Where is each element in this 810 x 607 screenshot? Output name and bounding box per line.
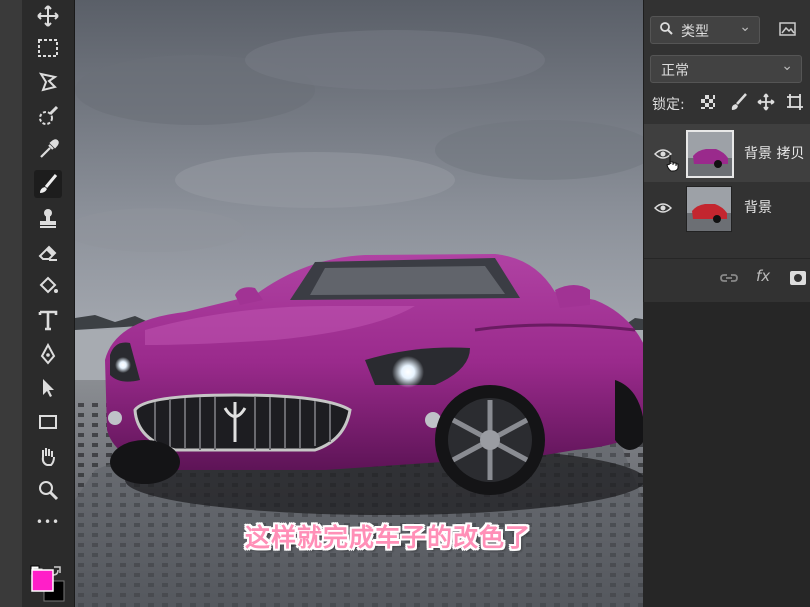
marquee-tool-icon[interactable] <box>34 34 62 62</box>
paint-bucket-tool-icon[interactable] <box>34 272 62 300</box>
foreground-color-swatch[interactable] <box>31 569 54 592</box>
lock-position-icon[interactable] <box>757 93 775 111</box>
lock-transparent-pixels-icon[interactable] <box>700 94 716 110</box>
blend-mode-select[interactable]: 正常 ⌄ <box>650 55 802 83</box>
brush-tool-icon[interactable] <box>34 170 62 198</box>
rectangle-tool-icon[interactable] <box>34 408 62 436</box>
layer-row-background-copy[interactable]: 背景 拷贝 <box>644 124 810 182</box>
path-select-tool-icon[interactable] <box>34 374 62 402</box>
fx-icon[interactable]: fx <box>756 267 770 285</box>
subtitle-caption: 这样就完成车子的改色了 <box>245 523 532 552</box>
zoom-tool-icon[interactable] <box>34 476 62 504</box>
chevron-down-icon: ⌄ <box>739 19 751 35</box>
car-photo <box>75 0 643 607</box>
layer-name[interactable]: 背景 <box>744 197 772 217</box>
layers-panel-footer: fx <box>644 258 810 299</box>
layer-filter-label: 类型 <box>681 24 709 40</box>
clone-stamp-tool-icon[interactable] <box>34 204 62 232</box>
type-tool-icon[interactable] <box>34 306 62 334</box>
layer-name[interactable]: 背景 拷贝 <box>744 143 804 163</box>
link-layers-icon[interactable] <box>720 271 738 285</box>
lasso-tool-icon[interactable] <box>34 68 62 96</box>
hand-tool-icon[interactable] <box>34 442 62 470</box>
left-edge-strip <box>0 0 22 607</box>
layer-row-background[interactable]: 背景 <box>644 182 810 234</box>
move-tool-icon[interactable] <box>34 2 62 30</box>
layer-thumbnail <box>686 186 732 232</box>
eraser-tool-icon[interactable] <box>34 238 62 266</box>
tools-panel: ••• <box>22 0 75 607</box>
color-swatches[interactable] <box>30 565 66 603</box>
chevron-down-icon: ⌄ <box>781 58 793 74</box>
lock-label: 锁定: <box>652 97 685 113</box>
layer-thumbnail <box>686 130 734 178</box>
blend-mode-value: 正常 <box>661 63 689 79</box>
search-icon <box>659 21 673 39</box>
lock-image-pixels-icon[interactable] <box>730 93 748 111</box>
filter-image-icon[interactable] <box>778 19 798 39</box>
pen-tool-icon[interactable] <box>34 340 62 368</box>
eyedropper-tool-icon[interactable] <box>34 136 62 164</box>
lock-artboard-icon[interactable] <box>786 93 804 111</box>
more-tools-icon[interactable]: ••• <box>34 508 62 536</box>
add-mask-icon[interactable] <box>789 270 807 286</box>
layer-filter-select[interactable]: 类型 ⌄ <box>650 16 760 44</box>
layers-panel: 类型 ⌄ 正常 ⌄ 锁定: 背景 拷贝 背景 fx <box>643 0 810 302</box>
hand-cursor-icon <box>666 155 679 172</box>
document-canvas[interactable]: 这样就完成车子的改色了 <box>75 0 643 607</box>
quick-select-tool-icon[interactable] <box>34 102 62 130</box>
eye-icon[interactable] <box>654 202 672 214</box>
